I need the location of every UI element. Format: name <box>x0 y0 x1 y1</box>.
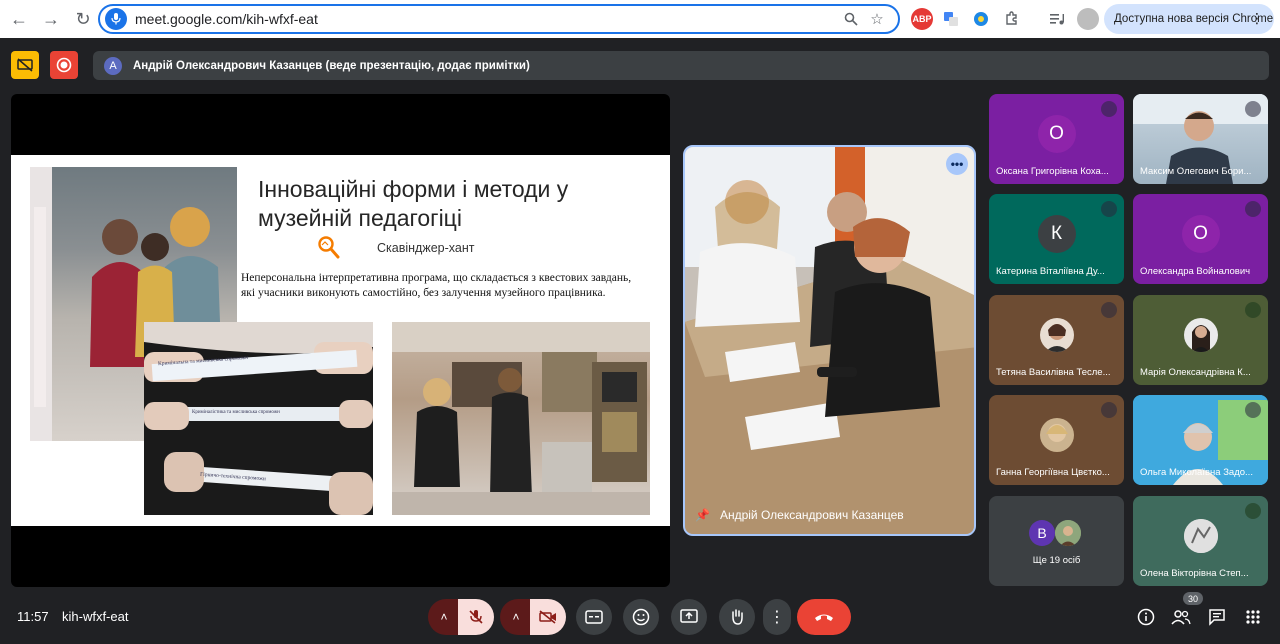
meeting-info-icon[interactable] <box>1135 606 1157 628</box>
participant-name: Максим Олегович Бори... <box>1140 166 1252 177</box>
more-participants-label: Ще 19 осіб <box>1032 555 1081 566</box>
activities-grid-icon[interactable] <box>1242 606 1264 628</box>
search-magnifier-icon <box>317 235 341 261</box>
mic-muted-icon <box>1245 201 1261 217</box>
presenter-banner-text: Андрій Олександрович Казанцев (веде през… <box>133 59 530 72</box>
bookmark-star-icon[interactable]: ☆ <box>864 6 890 32</box>
forward-icon[interactable]: → <box>36 4 66 34</box>
chrome-menu-icon[interactable]: ⋮ <box>1250 10 1264 27</box>
slide-subtitle: Скавінджер-хант <box>377 241 475 255</box>
meeting-code: kih-wfxf-eat <box>62 609 129 624</box>
audio-options-button[interactable]: ˄ <box>428 599 460 635</box>
captions-button[interactable] <box>576 599 612 635</box>
reload-icon[interactable]: ↻ <box>68 4 98 34</box>
more-participants-tile[interactable]: В Ще 19 осіб <box>989 496 1124 586</box>
chrome-update-button[interactable]: Доступна нова версія Chrome ⋮ <box>1104 4 1274 34</box>
microphone-site-icon[interactable] <box>105 8 127 30</box>
recording-indicator-button[interactable] <box>50 51 78 79</box>
participant-tile[interactable]: О Олександра Войналович <box>1133 194 1268 284</box>
people-icon[interactable] <box>1170 606 1192 628</box>
presenter-banner: A Андрій Олександрович Казанцев (веде пр… <box>93 51 1269 80</box>
more-options-button[interactable]: ⋮ <box>763 599 791 635</box>
color-extension-icon[interactable] <box>970 8 992 30</box>
media-control-icon[interactable] <box>1046 8 1068 30</box>
video-options-button[interactable]: ˄ <box>500 599 532 635</box>
slide-body-text: Неперсональна інтерпретативна програма, … <box>241 272 632 299</box>
participant-name: Марія Олександрівна К... <box>1140 367 1251 378</box>
camera-toggle-button[interactable] <box>530 599 566 635</box>
mic-muted-icon <box>1101 302 1117 318</box>
url-text: meet.google.com/kih-wfxf-eat <box>135 11 318 27</box>
participant-name: Ольга Миколаївна Задо... <box>1140 467 1253 478</box>
participant-name: Олена Вікторівна Степ... <box>1140 568 1249 579</box>
leave-call-button[interactable] <box>797 599 851 635</box>
adblock-extension-icon[interactable]: ABP <box>911 8 933 30</box>
tile-more-options-icon[interactable]: ••• <box>946 153 968 175</box>
participant-name: Тетяна Василівна Тесле... <box>996 367 1111 378</box>
chat-icon[interactable] <box>1206 606 1228 628</box>
mic-muted-icon <box>1245 101 1261 117</box>
zoom-icon[interactable] <box>838 6 864 32</box>
translate-extension-icon[interactable] <box>940 8 962 30</box>
participant-name: Ганна Георгіївна Цвєтко... <box>996 467 1110 478</box>
participant-avatar <box>1183 317 1218 352</box>
participant-avatar: О <box>1037 114 1076 153</box>
participant-tile[interactable]: Ганна Георгіївна Цвєтко... <box>989 395 1124 485</box>
emoji-reaction-button[interactable] <box>623 599 659 635</box>
participant-name: Оксана Григорівна Коха... <box>996 166 1109 177</box>
mic-muted-icon <box>1101 201 1117 217</box>
profile-avatar[interactable] <box>1077 8 1099 30</box>
participant-avatar <box>1039 317 1074 352</box>
strip-label-2: Криміналістика та мисливська спроможн <box>192 410 280 415</box>
participant-tile[interactable]: Максим Олегович Бори... <box>1133 94 1268 184</box>
presenter-tile-name-text: Андрій Олександрович Казанцев <box>719 508 904 522</box>
participant-tile[interactable]: Олена Вікторівна Степ... <box>1133 496 1268 586</box>
slide-photo-paper-strips: Кримінальна та мисливська спроможн Кримі… <box>144 322 373 515</box>
participant-name: Катерина Віталіївна Ду... <box>996 266 1105 277</box>
present-screen-button[interactable] <box>671 599 707 635</box>
participant-avatar <box>1055 520 1081 546</box>
participant-tile[interactable]: Тетяна Василівна Тесле... <box>989 295 1124 385</box>
extensions-puzzle-icon[interactable] <box>1001 8 1023 30</box>
participant-avatar: К <box>1037 214 1076 253</box>
mic-muted-icon <box>1245 402 1261 418</box>
mic-muted-icon <box>1101 101 1117 117</box>
people-count-badge: 30 <box>1183 592 1203 605</box>
stop-presenting-button[interactable] <box>11 51 39 79</box>
participant-tile[interactable]: Ольга Миколаївна Задо... <box>1133 395 1268 485</box>
back-icon[interactable]: ← <box>4 4 34 34</box>
participant-avatar: В <box>1029 520 1055 546</box>
presenter-tile-name: 📌 Андрій Олександрович Казанцев <box>695 508 904 522</box>
shared-screen: Кримінальна та мисливська спроможн Кримі… <box>11 94 670 587</box>
presenter-video-tile[interactable]: ••• 📌 Андрій Олександрович Казанцев <box>683 145 976 536</box>
participant-tile[interactable]: К Катерина Віталіївна Ду... <box>989 194 1124 284</box>
address-bar[interactable]: meet.google.com/kih-wfxf-eat ☆ <box>98 4 900 34</box>
mic-toggle-button[interactable] <box>458 599 494 635</box>
pin-icon[interactable]: 📌 <box>695 508 710 522</box>
mic-muted-icon <box>1101 402 1117 418</box>
presenter-avatar: A <box>104 56 122 75</box>
slide-title: Інноваційні форми і методи у музейній пе… <box>258 176 569 231</box>
participant-name: Олександра Войналович <box>1140 266 1251 277</box>
participant-avatar <box>1183 518 1218 553</box>
presentation-slide: Кримінальна та мисливська спроможн Кримі… <box>11 155 670 526</box>
participant-tile[interactable]: Марія Олександрівна К... <box>1133 295 1268 385</box>
clock-time: 11:57 <box>17 609 49 624</box>
participant-avatar <box>1039 417 1074 452</box>
participant-tile[interactable]: О Оксана Григорівна Коха... <box>989 94 1124 184</box>
mic-active-icon <box>1245 503 1261 519</box>
mic-active-icon <box>1245 302 1261 318</box>
raise-hand-button[interactable] <box>719 599 755 635</box>
participant-avatar: О <box>1181 214 1220 253</box>
slide-photo-museum-hall <box>392 322 650 515</box>
